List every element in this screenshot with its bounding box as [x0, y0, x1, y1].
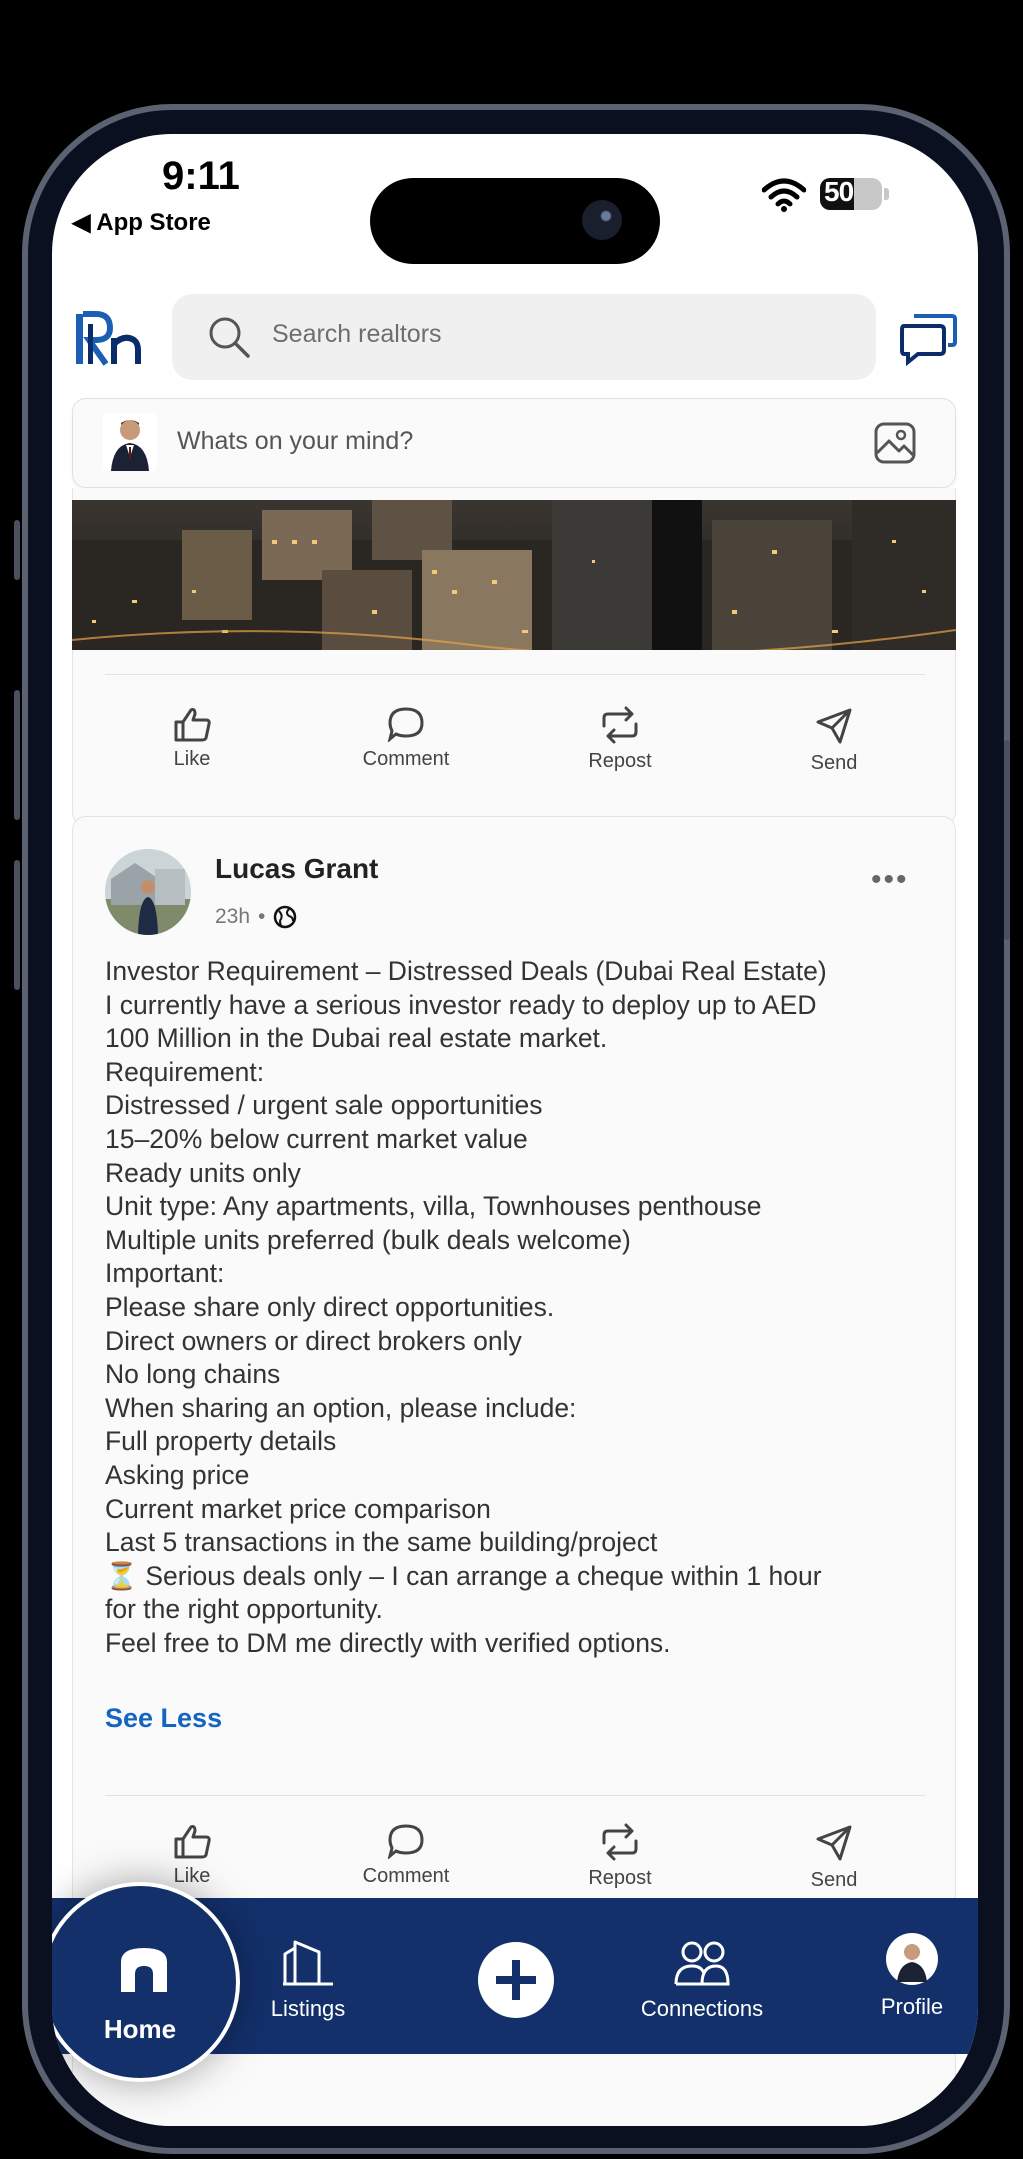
post-line: Requirement:: [105, 1056, 265, 1087]
building-icon: [283, 1940, 333, 1986]
send-button[interactable]: Send: [754, 1823, 914, 1892]
send-button[interactable]: Send: [754, 706, 914, 775]
battery-nub: [884, 188, 889, 200]
camera-icon: [582, 200, 622, 240]
phone-side-button: [14, 690, 20, 820]
repost-label: Repost: [588, 1867, 652, 1889]
post-line: Multiple units preferred (bulk deals wel…: [105, 1224, 631, 1255]
comment-label: Comment: [362, 1865, 450, 1887]
like-button[interactable]: Like: [112, 1823, 272, 1888]
divider: [105, 1795, 925, 1796]
repost-label: Repost: [588, 750, 652, 772]
post-line: for the right opportunity.: [105, 1594, 383, 1625]
send-label: Send: [810, 1869, 858, 1891]
post-line: 15–20% below current market value: [105, 1123, 528, 1154]
post-line: Ready units only: [105, 1157, 301, 1188]
battery-icon: 50: [820, 176, 882, 210]
phone-side-button: [14, 860, 20, 990]
author-avatar[interactable]: [105, 849, 191, 935]
battery-level: 50: [824, 176, 854, 207]
send-icon: [816, 1825, 852, 1861]
post-line: Distressed / urgent sale opportunities: [105, 1090, 543, 1121]
create-post-button[interactable]: [478, 1942, 554, 2018]
post-line: Asking price: [105, 1459, 250, 1490]
nav-connections-label: Connections: [640, 1996, 764, 2021]
search-bar[interactable]: Search realtors: [172, 294, 876, 380]
post-image[interactable]: [72, 500, 956, 650]
comment-button[interactable]: Comment: [326, 1823, 486, 1888]
phone-screen: 9:11 ◀ App Store 50 Search realtors What…: [52, 134, 978, 2126]
post-body: Investor Requirement – Distressed Deals …: [105, 955, 925, 1660]
like-button[interactable]: Like: [112, 706, 272, 771]
post-time: 23h: [215, 905, 251, 928]
send-icon: [816, 708, 852, 744]
post-line: Direct owners or direct brokers only: [105, 1325, 522, 1356]
search-icon: [206, 314, 252, 365]
post-line: I currently have a serious investor read…: [105, 989, 817, 1020]
repost-icon: [602, 1823, 638, 1861]
post-line: Last 5 transactions in the same building…: [105, 1527, 658, 1558]
post-line: When sharing an option, please include:: [105, 1392, 577, 1423]
add-image-icon[interactable]: [873, 421, 917, 470]
post-line: Unit type: Any apartments, villa, Townho…: [105, 1191, 762, 1222]
send-label: Send: [810, 752, 858, 774]
post-line: Full property details: [105, 1426, 337, 1457]
thumbs-up-icon: [174, 1825, 211, 1859]
divider: [105, 674, 925, 675]
repost-button[interactable]: Repost: [540, 1823, 700, 1890]
messages-icon[interactable]: [900, 312, 958, 371]
nav-listings[interactable]: Listings: [248, 1938, 368, 2022]
post-composer[interactable]: Whats on your mind?: [72, 398, 956, 488]
nav-listings-label: Listings: [270, 1996, 346, 2021]
app-logo[interactable]: [72, 310, 152, 368]
comment-icon: [387, 1824, 424, 1859]
post-line: ⏳ Serious deals only – I can arrange a c…: [105, 1560, 822, 1591]
nav-home-label: Home: [103, 2014, 177, 2044]
wifi-icon: [761, 178, 807, 217]
search-input[interactable]: Search realtors: [272, 320, 442, 349]
post-line: Please share only direct opportunities.: [105, 1291, 555, 1322]
status-time: 9:11: [162, 154, 240, 198]
like-label: Like: [173, 1865, 211, 1887]
back-to-app-store[interactable]: ◀ App Store: [72, 208, 211, 237]
post-line: No long chains: [105, 1359, 281, 1390]
post-line: Feel free to DM me directly with verifie…: [105, 1627, 671, 1658]
post-line: Important:: [105, 1258, 225, 1289]
repost-icon: [602, 706, 638, 744]
see-less-link[interactable]: See Less: [105, 1703, 222, 1734]
nav-profile[interactable]: Profile: [852, 1932, 972, 2020]
plus-icon: [496, 1960, 536, 2000]
post-line: Current market price comparison: [105, 1493, 491, 1524]
like-label: Like: [173, 748, 211, 770]
nav-connections[interactable]: Connections: [612, 1938, 792, 2022]
composer-placeholder: Whats on your mind?: [177, 427, 414, 455]
phone-side-button: [1004, 740, 1010, 940]
profile-avatar: [886, 1933, 938, 1985]
post-line: 100 Million in the Dubai real estate mar…: [105, 1023, 608, 1054]
author-name[interactable]: Lucas Grant: [215, 853, 378, 885]
phone-side-button: [14, 520, 20, 580]
comment-label: Comment: [362, 748, 450, 770]
post-line: Investor Requirement – Distressed Deals …: [105, 956, 827, 986]
meta-separator: •: [258, 905, 266, 928]
user-avatar: [103, 413, 157, 471]
people-icon: [674, 1941, 730, 1986]
repost-button[interactable]: Repost: [540, 706, 700, 773]
comment-button[interactable]: Comment: [326, 706, 486, 771]
globe-icon: [274, 905, 297, 929]
home-icon: [121, 1948, 167, 1992]
post-meta: 23h •: [215, 905, 297, 929]
thumbs-up-icon: [174, 708, 211, 742]
comment-icon: [387, 707, 424, 742]
nav-profile-label: Profile: [880, 1994, 944, 2019]
more-options-icon[interactable]: •••: [871, 863, 909, 897]
